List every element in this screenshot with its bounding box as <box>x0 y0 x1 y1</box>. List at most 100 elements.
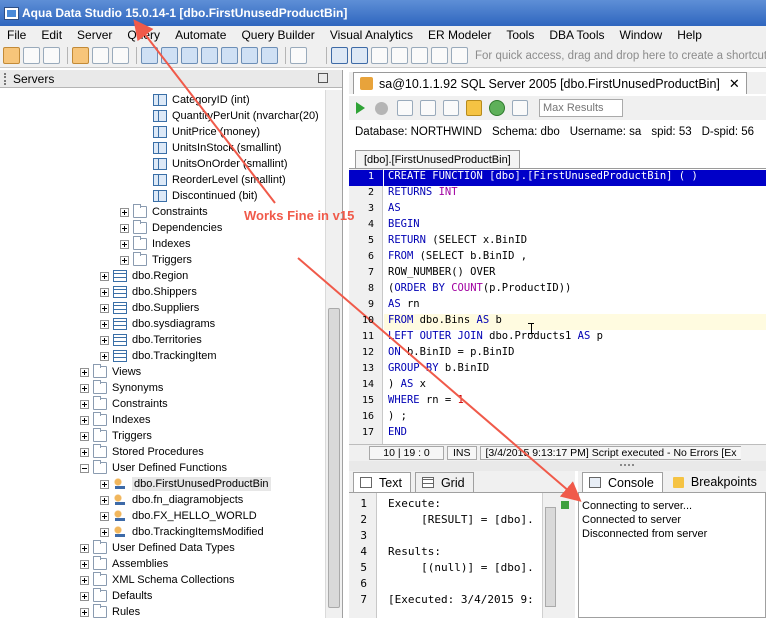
schema-icon[interactable] <box>181 47 198 64</box>
expand-icon[interactable] <box>100 335 109 345</box>
redo-icon[interactable] <box>443 100 459 116</box>
tree-node[interactable]: Triggers <box>120 252 192 268</box>
script-tab[interactable]: [dbo].[FirstUnusedProductBin] <box>355 150 520 168</box>
tree-node[interactable]: dbo.Suppliers <box>100 300 199 316</box>
expand-icon[interactable] <box>80 559 89 569</box>
browser-icon[interactable] <box>201 47 218 64</box>
tree-node[interactable]: dbo.Region <box>100 268 188 284</box>
tree-node[interactable]: Views <box>80 364 141 380</box>
tree-node[interactable]: dbo.Shippers <box>100 284 197 300</box>
tree-node[interactable]: dbo.TrackingItemsModified <box>100 524 264 540</box>
expand-icon[interactable] <box>80 575 89 585</box>
menu-query[interactable]: Query <box>120 28 168 42</box>
connect-icon[interactable] <box>43 47 60 64</box>
expand-icon[interactable] <box>120 223 129 233</box>
expand-icon[interactable] <box>100 495 109 505</box>
tree-node[interactable]: Constraints <box>80 396 168 412</box>
layout-4-icon[interactable] <box>391 47 408 64</box>
rollback-icon[interactable] <box>512 100 528 116</box>
tree-node[interactable]: UnitPrice (money) <box>140 124 260 140</box>
expand-icon[interactable] <box>100 479 109 489</box>
tree-node[interactable]: dbo.FirstUnusedProductBin <box>100 476 271 492</box>
tree-node[interactable]: dbo.TrackingItem <box>100 348 217 364</box>
tree-node[interactable]: dbo.fn_diagramobjects <box>100 492 243 508</box>
menu-window[interactable]: Window <box>613 28 671 42</box>
tab-text[interactable]: Text <box>353 472 411 492</box>
tree-node[interactable]: Synonyms <box>80 380 163 396</box>
restore-icon[interactable] <box>318 73 328 83</box>
expand-icon[interactable] <box>100 351 109 361</box>
layout-7-icon[interactable] <box>451 47 468 64</box>
tree-node[interactable]: Stored Procedures <box>80 444 204 460</box>
expand-icon[interactable] <box>80 431 89 441</box>
list-view-icon[interactable] <box>241 47 258 64</box>
drag-handle-icon[interactable] <box>4 72 8 85</box>
tree-node[interactable]: dbo.FX_HELLO_WORLD <box>100 508 257 524</box>
tree-node[interactable]: QuantityPerUnit (nvarchar(20) <box>140 108 319 124</box>
menu-automate[interactable]: Automate <box>168 28 234 42</box>
expand-icon[interactable] <box>120 239 129 249</box>
expand-icon[interactable] <box>80 447 89 457</box>
menu-server[interactable]: Server <box>70 28 120 42</box>
tree-node[interactable]: UnitsOnOrder (smallint) <box>140 156 288 172</box>
tree-node[interactable]: ReorderLevel (smallint) <box>140 172 286 188</box>
expand-icon[interactable] <box>100 287 109 297</box>
expand-icon[interactable] <box>80 399 89 409</box>
menu-file[interactable]: File <box>0 28 34 42</box>
execute-icon[interactable] <box>356 102 365 114</box>
dropdown-arrow-icon[interactable] <box>310 47 319 64</box>
query-window-tab[interactable]: sa@10.1.1.92 SQL Server 2005 [dbo.FirstU… <box>353 72 747 94</box>
tree-node[interactable]: Assemblies <box>80 556 168 572</box>
menu-edit[interactable]: Edit <box>34 28 70 42</box>
layout-2-icon[interactable] <box>351 47 368 64</box>
layout-3-icon[interactable] <box>371 47 388 64</box>
tree-node[interactable]: XML Schema Collections <box>80 572 234 588</box>
query-tool-icon[interactable] <box>72 47 89 64</box>
detail-view-icon[interactable] <box>261 47 278 64</box>
tree-node[interactable]: CategoryID (int) <box>140 92 250 108</box>
warning-icon[interactable] <box>466 100 482 116</box>
tree-node[interactable]: Indexes <box>120 236 191 252</box>
tree-node[interactable]: Defaults <box>80 588 152 604</box>
expand-icon[interactable] <box>100 303 109 313</box>
expand-icon[interactable] <box>100 527 109 537</box>
tree-node[interactable]: Rules <box>80 604 140 618</box>
layout-1-icon[interactable] <box>331 47 348 64</box>
tree-node[interactable]: UnitsInStock (smallint) <box>140 140 281 156</box>
output-scrollbar[interactable] <box>542 493 558 618</box>
tab-grid[interactable]: Grid <box>414 472 474 492</box>
expand-icon[interactable] <box>80 367 89 377</box>
commit-icon[interactable] <box>489 100 505 116</box>
max-results-input[interactable] <box>539 99 623 117</box>
edit-server-icon[interactable] <box>23 47 40 64</box>
expand-icon[interactable] <box>80 383 89 393</box>
close-icon[interactable]: ✕ <box>729 76 740 92</box>
collapse-icon[interactable] <box>80 463 89 473</box>
quick-access-bar[interactable]: For quick access, drag and drop here to … <box>475 50 766 62</box>
menu-query-builder[interactable]: Query Builder <box>234 28 322 42</box>
refresh-icon[interactable] <box>112 47 129 64</box>
expand-icon[interactable] <box>120 255 129 265</box>
menu-help[interactable]: Help <box>670 28 710 42</box>
tree-node[interactable]: dbo.sysdiagrams <box>100 316 215 332</box>
layout-6-icon[interactable] <box>431 47 448 64</box>
scrollbar-thumb[interactable] <box>328 308 340 608</box>
menu-dba-tools[interactable]: DBA Tools <box>542 28 612 42</box>
step-icon[interactable] <box>397 100 413 116</box>
tree-node[interactable]: Triggers <box>80 428 152 444</box>
undo-icon[interactable] <box>420 100 436 116</box>
search-icon[interactable] <box>141 47 158 64</box>
grid-view-icon[interactable] <box>221 47 238 64</box>
expand-icon[interactable] <box>80 607 89 617</box>
tree-node[interactable]: User Defined Functions <box>80 460 227 476</box>
tab-console[interactable]: Console <box>582 472 663 492</box>
expand-icon[interactable] <box>80 415 89 425</box>
tree-node[interactable]: Dependencies <box>120 220 222 236</box>
expand-icon[interactable] <box>120 207 129 217</box>
new-server-icon[interactable] <box>3 47 20 64</box>
menu-visual-analytics[interactable]: Visual Analytics <box>323 28 421 42</box>
document-icon[interactable] <box>290 47 307 64</box>
layout-5-icon[interactable] <box>411 47 428 64</box>
expand-icon[interactable] <box>80 543 89 553</box>
tree-node[interactable]: User Defined Data Types <box>80 540 235 556</box>
